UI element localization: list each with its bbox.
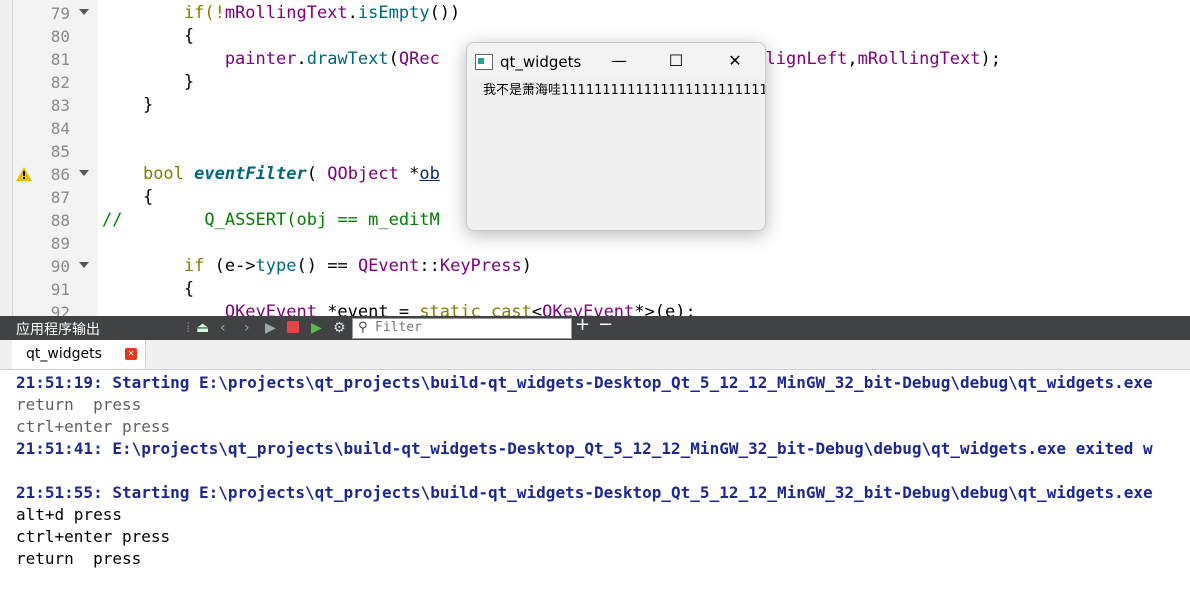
fold-arrow-icon[interactable]	[79, 9, 89, 15]
fold-arrow-icon[interactable]	[79, 170, 89, 176]
code-text: {	[102, 279, 195, 299]
code-line-91[interactable]: 91 {	[0, 278, 1190, 301]
qt-widgets-window[interactable]: qt_widgets — ☐ ✕ 我不是萧海哇11111111111111111…	[466, 42, 766, 231]
line-number: 88	[50, 211, 70, 230]
tab-label: qt_widgets	[26, 346, 102, 362]
code-text: if (e->type() == QEvent::KeyPress)	[183, 256, 532, 276]
minimize-button[interactable]: —	[604, 51, 634, 71]
line-number: 92	[50, 303, 70, 316]
close-icon[interactable]: ✕	[125, 348, 137, 360]
line-number: 83	[50, 96, 70, 115]
output-line: 21:51:19: Starting E:\projects\qt_projec…	[16, 373, 1153, 392]
code-text: }	[102, 72, 195, 92]
output-tab-bar: qt_widgets ✕	[0, 340, 1190, 370]
line-number: 87	[50, 188, 70, 207]
line-number: 79	[50, 4, 70, 23]
next-item-icon[interactable]: ›	[244, 320, 250, 336]
line-number: 89	[50, 234, 70, 253]
output-pane-toolbar: 应用程序输出 ⁞ ⏏ ‹ › ▶ ▶ ⚙ ⚲ + −	[0, 316, 1190, 340]
window-title: qt_widgets	[500, 53, 582, 71]
tab-qt-widgets[interactable]: qt_widgets ✕	[12, 340, 146, 369]
zoom-out-icon[interactable]: −	[598, 316, 613, 334]
code-line-79[interactable]: 79 if(!mRollingText.isEmpty())	[0, 2, 1190, 25]
search-icon: ⚲	[358, 320, 368, 335]
settings-gear-icon[interactable]: ⚙	[333, 320, 346, 336]
rolling-text-label: 我不是萧海哇111111111111111111111111111111	[483, 83, 765, 98]
code-text: {	[102, 26, 195, 46]
attach-debugger-icon[interactable]: ▶	[311, 320, 322, 336]
line-number: 91	[50, 280, 70, 299]
app-window-icon	[475, 54, 493, 70]
application-output[interactable]: 21:51:19: Starting E:\projects\qt_projec…	[0, 370, 1190, 595]
output-line: 21:51:55: Starting E:\projects\qt_projec…	[16, 483, 1153, 502]
stop-icon[interactable]	[287, 321, 299, 333]
filter-input[interactable]	[375, 319, 565, 336]
previous-item-icon[interactable]: ‹	[220, 320, 226, 336]
line-number: 84	[50, 119, 70, 138]
line-number: 85	[50, 142, 70, 161]
maximize-button[interactable]: ☐	[661, 51, 691, 71]
output-line: return press	[16, 549, 142, 568]
output-line: 21:51:41: E:\projects\qt_projects\build-…	[16, 439, 1153, 458]
code-line-92[interactable]: 92 QKeyEvent *event = static_cast<QKeyEv…	[0, 301, 1190, 316]
code-line-90[interactable]: 90 if (e->type() == QEvent::KeyPress)	[0, 255, 1190, 278]
line-number: 82	[50, 73, 70, 92]
rerun-icon[interactable]: ⏏	[196, 320, 209, 336]
code-text: bool eventFilter( QObject *ob	[142, 164, 440, 184]
output-line: ctrl+enter press	[16, 527, 171, 546]
zoom-in-icon[interactable]: +	[575, 316, 590, 334]
output-line: return press	[16, 395, 142, 414]
output-pane-title: 应用程序输出	[16, 322, 100, 338]
run-icon[interactable]: ▶	[265, 320, 276, 336]
code-text: // Q_ASSERT(obj == m_editM	[102, 210, 440, 230]
line-number: 90	[50, 257, 70, 276]
fold-arrow-icon[interactable]	[79, 262, 89, 268]
code-text: if(!mRollingText.isEmpty())	[102, 3, 461, 23]
filter-box[interactable]: ⚲	[352, 318, 572, 339]
line-number: 80	[50, 27, 70, 46]
code-line-89[interactable]: 89	[0, 232, 1190, 255]
line-number: 81	[50, 50, 70, 69]
close-button[interactable]: ✕	[720, 51, 750, 71]
code-text: }	[102, 95, 154, 115]
window-titlebar[interactable]: qt_widgets — ☐ ✕	[467, 43, 765, 79]
line-number: 86	[50, 165, 70, 184]
code-text: {	[102, 187, 154, 207]
output-line: ctrl+enter press	[16, 417, 171, 436]
toolbar-separator: ⁞	[186, 320, 191, 336]
output-line: alt+d press	[16, 505, 122, 524]
